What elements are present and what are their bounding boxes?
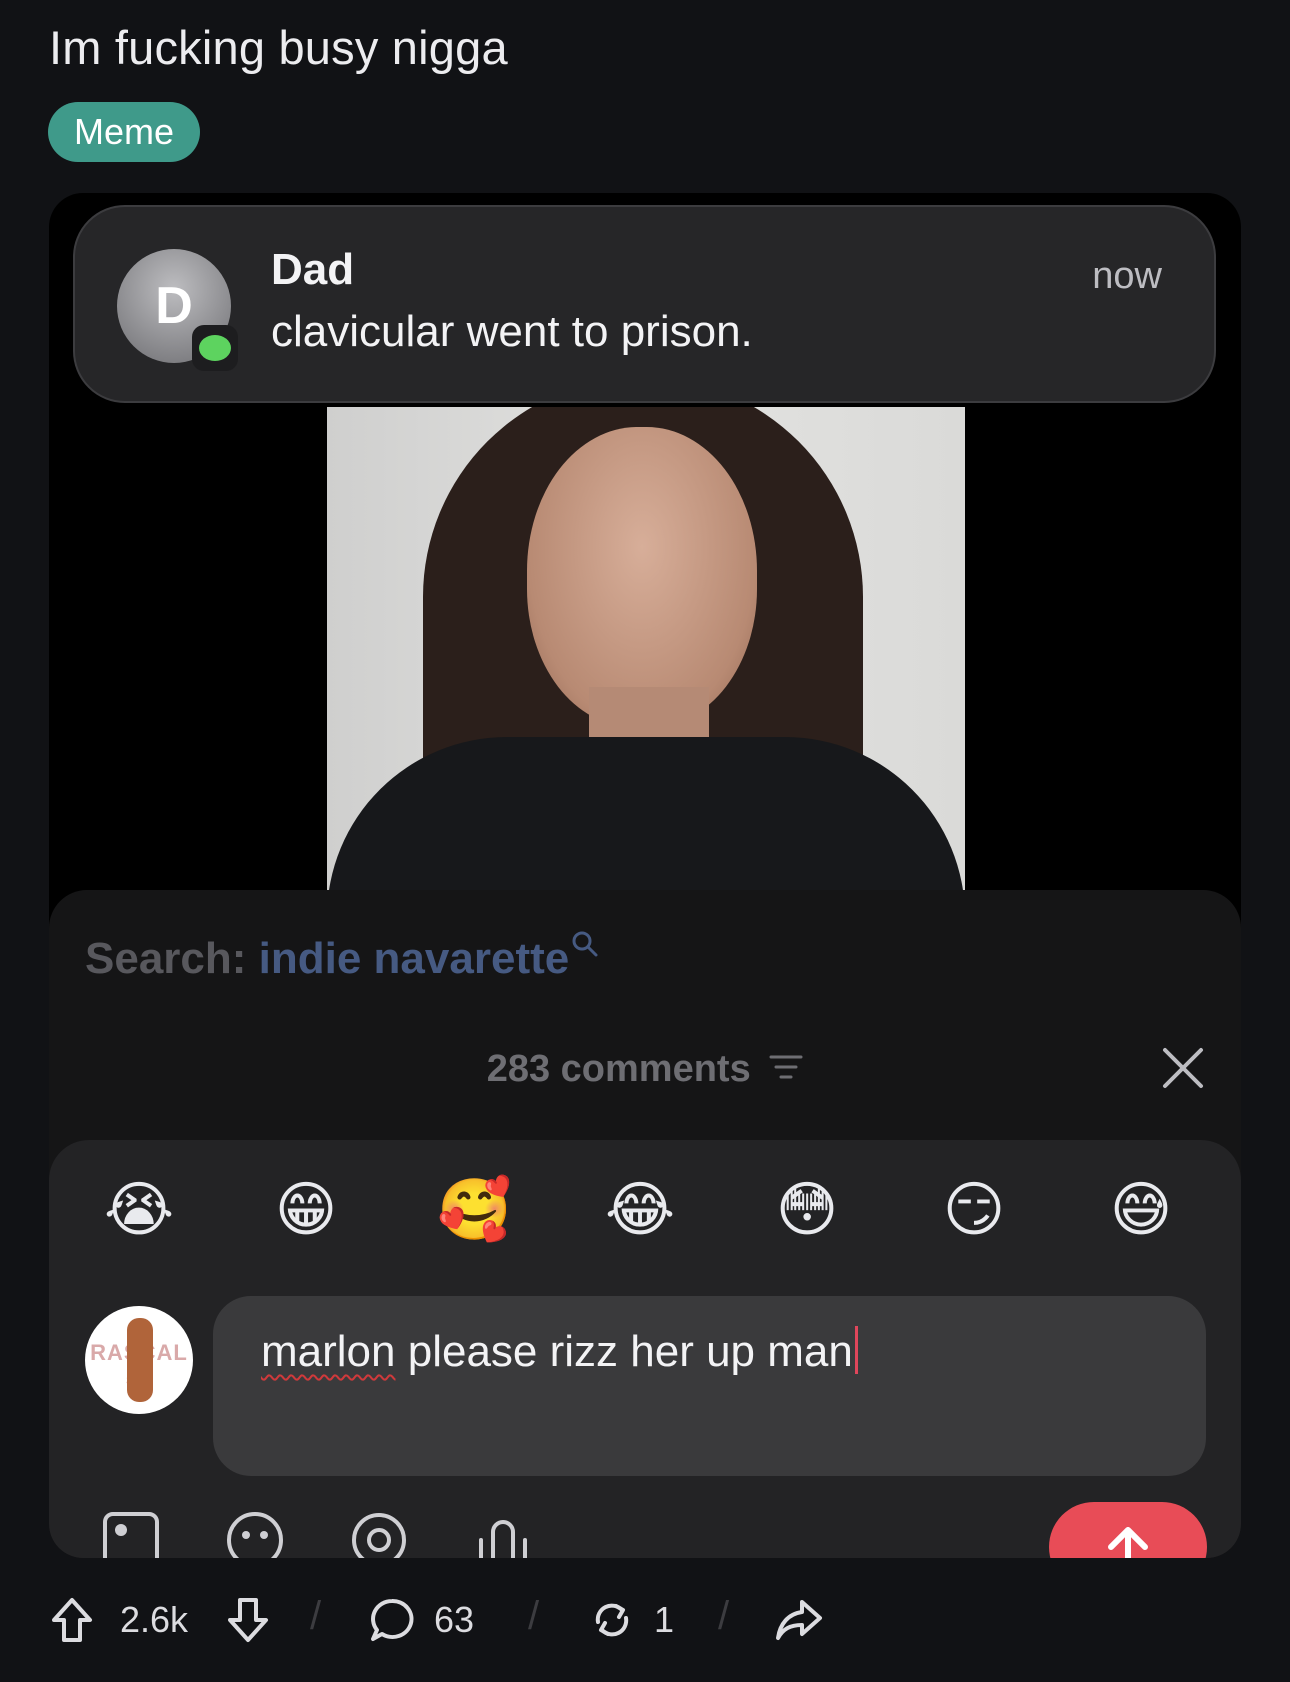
emoji-grin-button[interactable]: 😁 (270, 1174, 342, 1246)
emoji-quick-bar: 😭 😁 🥰 😂 😳 😏 😅 (49, 1174, 1241, 1254)
divider: / (718, 1594, 730, 1638)
repost-icon (595, 1603, 629, 1637)
repost-button[interactable] (588, 1590, 636, 1650)
divider: / (528, 1594, 540, 1638)
text-caret (854, 1326, 858, 1374)
search-term[interactable]: indie navarette (259, 934, 570, 983)
upvote-button[interactable] (50, 1590, 94, 1650)
image-icon[interactable] (101, 1510, 161, 1558)
notification-message: clavicular went to prison. (271, 307, 753, 356)
search-suggestion[interactable]: Search: indie navarette (85, 931, 599, 984)
emoji-smirk-button[interactable]: 😏 (938, 1174, 1010, 1246)
comment-icon (371, 1598, 414, 1641)
emoji-crying-button[interactable]: 😭 (103, 1174, 175, 1246)
repost-count: 1 (654, 1599, 675, 1640)
notification-sender: Dad (271, 245, 355, 294)
emoji-icon[interactable] (225, 1510, 285, 1558)
close-icon[interactable] (1161, 1046, 1205, 1090)
messages-icon (192, 325, 238, 371)
emoji-sweat-smile-button[interactable]: 😅 (1105, 1174, 1177, 1246)
emoji-flushed-button[interactable]: 😳 (771, 1174, 843, 1246)
upvote-count: 2.6k (120, 1599, 189, 1640)
downvote-icon (228, 1598, 268, 1642)
notification-banner: D Dad clavicular went to prison. now (73, 205, 1216, 403)
background-photo (327, 407, 965, 892)
post-title: Im fucking busy nigga (49, 21, 508, 74)
draft-misspelled-word: marlon (261, 1327, 396, 1376)
search-label: Search: (85, 934, 247, 983)
share-button[interactable] (774, 1590, 824, 1650)
downvote-button[interactable] (226, 1590, 270, 1650)
search-icon (571, 931, 599, 965)
upvote-icon (52, 1598, 92, 1642)
notification-time: now (1092, 255, 1162, 297)
mention-icon[interactable] (349, 1510, 409, 1558)
post-actions-bar: 2.6k / 63 / 1 / (0, 1590, 1290, 1650)
comment-input[interactable]: marlon please rizz her up man (213, 1296, 1206, 1476)
divider: / (310, 1594, 322, 1638)
comments-header: 283 comments (49, 1048, 1241, 1092)
filter-icon[interactable] (769, 1049, 803, 1092)
audio-icon[interactable] (473, 1510, 533, 1558)
comments-sheet: Search: indie navarette 283 comments 😭 😁… (49, 890, 1241, 1558)
comment-composer: 😭 😁 🥰 😂 😳 😏 😅 RASCAL 51 marlon please ri… (49, 1140, 1241, 1558)
send-button[interactable] (1049, 1502, 1207, 1558)
comments-count: 283 comments (486, 1048, 751, 1090)
comments-button[interactable] (368, 1590, 416, 1650)
emoji-hearts-button[interactable]: 🥰 (437, 1174, 512, 1246)
draft-text: please rizz her up man (395, 1327, 853, 1376)
share-icon (776, 1600, 822, 1640)
comments-count-footer: 63 (434, 1599, 475, 1640)
user-avatar: RASCAL 51 (85, 1306, 193, 1414)
emoji-laughing-button[interactable]: 😂 (604, 1174, 676, 1246)
flair-badge[interactable]: Meme (48, 102, 201, 162)
post-media[interactable]: D Dad clavicular went to prison. now Sea… (49, 193, 1241, 1558)
